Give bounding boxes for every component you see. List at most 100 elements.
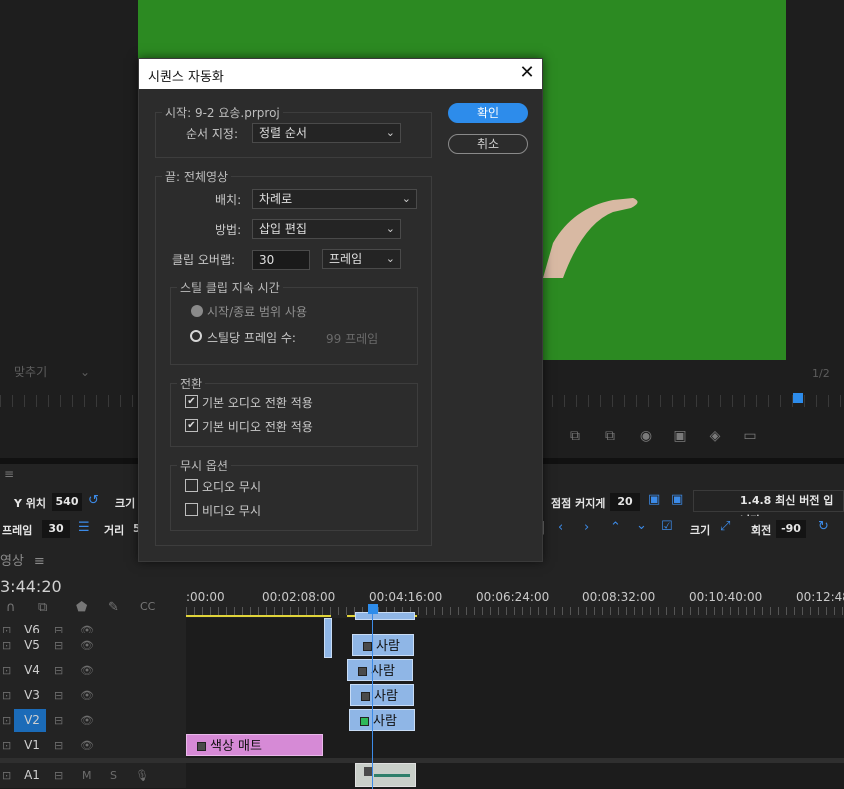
track-lane[interactable] (186, 708, 844, 733)
transitions-legend: 전환 (177, 375, 206, 392)
microphone-icon[interactable]: 🎙 (135, 763, 149, 788)
fade-field[interactable]: 20 (610, 493, 640, 511)
audio-transition-checkbox[interactable]: ✔ (185, 395, 198, 408)
track-name[interactable]: V5 (22, 633, 42, 658)
eye-icon[interactable]: 👁 (80, 658, 94, 683)
clip-v5[interactable]: 사람 (352, 634, 414, 656)
ignore-audio-checkbox[interactable] (185, 479, 198, 492)
track-lane[interactable] (186, 763, 844, 788)
lock-icon[interactable]: ⊡ (2, 683, 11, 708)
monitor-playhead[interactable] (793, 393, 803, 403)
extract-icon[interactable]: ⧉ (600, 428, 620, 444)
solo-icon[interactable]: S (110, 763, 117, 788)
track-name[interactable]: A1 (22, 763, 42, 788)
cancel-button[interactable]: 취소 (448, 134, 528, 154)
ruler-tick: 00:02:08:00 (262, 590, 336, 604)
chevron-down-icon: ⌄ (401, 192, 411, 205)
marker-icon[interactable]: ⬟ (76, 600, 87, 615)
frame-field[interactable]: 30 (42, 520, 70, 538)
automate-to-sequence-dialog: 시퀀스 자동화 ✕ 확인 취소 시작: 9-2 요송.prproj 순서 지정:… (138, 58, 543, 562)
eye-icon[interactable]: 👁 (80, 708, 94, 733)
sync-icon[interactable]: ⊟ (54, 733, 63, 758)
track-name[interactable]: V1 (22, 733, 42, 758)
clip-v1[interactable]: 색상 매트 (186, 734, 323, 756)
method-dropdown[interactable]: 삽입 편집 ⌄ (252, 219, 401, 239)
lock-icon[interactable]: ⊡ (2, 633, 11, 658)
track-name[interactable]: V3 (22, 683, 42, 708)
chevron-down-icon: ⌄ (385, 126, 395, 139)
check-frame-icon[interactable]: ☑ (661, 519, 673, 534)
rotate-icon[interactable]: ↻ (818, 519, 829, 534)
clip-v3[interactable]: 사람 (350, 684, 414, 706)
y-pos-field[interactable]: 540 (52, 493, 82, 511)
down-icon[interactable]: ⌄ (636, 518, 647, 533)
menu-icon[interactable]: ≡ (4, 467, 14, 481)
opt-inout-label: 시작/종료 범위 사용 (207, 305, 307, 319)
ignore-video-checkbox[interactable] (185, 503, 198, 516)
overlap-unit-dropdown[interactable]: 프레임 ⌄ (322, 249, 401, 269)
order-dropdown[interactable]: 정렬 순서 ⌄ (252, 123, 401, 143)
lock-icon[interactable]: ⊡ (2, 708, 11, 733)
sequence-tab[interactable]: 영상 ≡ (0, 550, 45, 569)
lock-icon[interactable]: ⊡ (2, 658, 11, 683)
compare-icon[interactable]: ▣ (670, 428, 690, 444)
reset-icon[interactable]: ↺ (88, 493, 99, 508)
frames-value[interactable]: 99 프레임 (326, 330, 378, 347)
eye-icon[interactable]: 👁 (80, 633, 94, 658)
ok-button[interactable]: 확인 (448, 103, 528, 123)
mute-icon[interactable]: M (82, 763, 92, 788)
eye-icon[interactable]: 👁 (80, 733, 94, 758)
safe-margins-icon[interactable]: ▭ (740, 428, 760, 444)
fit-frame-icon[interactable]: ▣ (648, 492, 660, 507)
linked-selection-icon[interactable]: ⧉ (38, 600, 47, 615)
timecode[interactable]: 3:44:20 (0, 577, 62, 596)
close-icon[interactable]: ✕ (517, 62, 537, 83)
work-area-bar[interactable] (186, 615, 331, 617)
playhead[interactable] (368, 604, 378, 614)
prev-icon[interactable]: ‹ (558, 520, 563, 535)
still-duration-group (170, 287, 418, 365)
vr-icon[interactable]: ◈ (705, 428, 725, 444)
menu-icon[interactable]: ≡ (34, 554, 45, 569)
rotate-label: 회전 (751, 524, 772, 537)
expand-icon[interactable]: ⤢ (720, 519, 730, 534)
track-name[interactable]: V2 (22, 708, 42, 733)
overlap-input[interactable]: 30 (252, 250, 310, 270)
eye-icon[interactable]: 👁 (80, 683, 94, 708)
sync-icon[interactable]: ⊟ (54, 658, 63, 683)
track-lane[interactable] (186, 658, 844, 683)
placement-value: 차례로 (259, 192, 293, 206)
clip-sliver[interactable] (324, 618, 332, 658)
lock-icon[interactable]: ⊡ (2, 763, 11, 788)
video-transition-checkbox[interactable]: ✔ (185, 419, 198, 432)
fill-frame-icon[interactable]: ▣ (671, 492, 683, 507)
track-lane[interactable] (186, 633, 844, 658)
clip-v6[interactable] (355, 612, 415, 620)
lock-icon[interactable]: ⊡ (2, 733, 11, 758)
sync-icon[interactable]: ⊟ (54, 708, 63, 733)
wrench-icon[interactable]: ✎ (108, 600, 119, 615)
audio-clip-a1[interactable] (355, 763, 416, 787)
clip-v4[interactable]: 사람 (347, 659, 413, 681)
placement-dropdown[interactable]: 차례로 ⌄ (252, 189, 417, 209)
captions-icon[interactable]: CC (140, 600, 155, 613)
track-row-v5: ⊡ V5 ⊟ 👁 (0, 633, 844, 658)
track-lane[interactable] (186, 683, 844, 708)
clip-v2[interactable]: 사람 (349, 709, 415, 731)
lift-icon[interactable]: ⧉ (565, 428, 585, 444)
snap-icon[interactable]: ∩ (6, 600, 16, 615)
radio-inout[interactable] (191, 305, 203, 317)
sync-icon[interactable]: ⊟ (54, 683, 63, 708)
sync-icon[interactable]: ⊟ (54, 763, 63, 788)
camera-icon[interactable]: ◉ (636, 428, 656, 444)
next-icon[interactable]: › (584, 520, 589, 535)
fade-label: 점점 커지게 (551, 497, 606, 510)
up-icon[interactable]: ⌃ (610, 520, 621, 535)
list-icon[interactable]: ☰ (78, 520, 90, 535)
track-name[interactable]: V4 (22, 658, 42, 683)
still-legend: 스틸 클립 지속 시간 (177, 279, 283, 296)
zoom-fit-dropdown[interactable]: 맞추기 ⌄ (8, 363, 94, 381)
radio-frames[interactable] (190, 330, 202, 342)
rotate-field[interactable]: -90 (776, 520, 806, 538)
sync-icon[interactable]: ⊟ (54, 633, 63, 658)
